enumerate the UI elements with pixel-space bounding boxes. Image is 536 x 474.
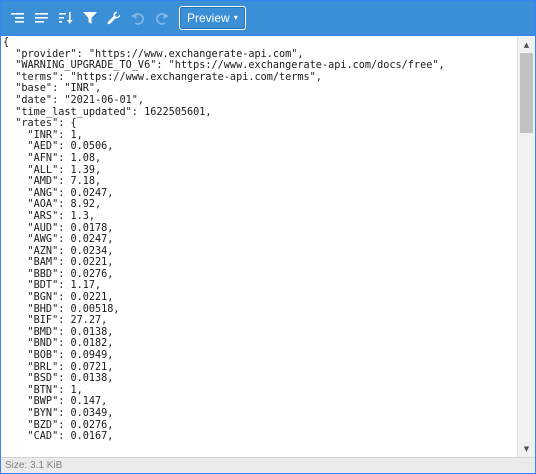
code-line: "BRL": 0.0721,	[3, 361, 114, 373]
json-editor: Preview ▾ { "provider": "https://www.exc…	[0, 0, 536, 474]
repair-icon	[107, 11, 121, 25]
compact-icon	[35, 13, 48, 23]
code-view[interactable]: { "provider": "https://www.exchangerate-…	[1, 37, 517, 457]
format-button[interactable]	[7, 5, 29, 31]
code-line: "WARNING_UPGRADE_TO_V6": "https://www.ex…	[3, 60, 445, 72]
size-label: Size: 3.1 KiB	[5, 460, 63, 471]
code-line: "AOA": 8.92,	[3, 199, 102, 211]
code-line: "BOB": 0.0949,	[3, 350, 114, 362]
scroll-up-arrow-icon[interactable]: ▲	[518, 38, 535, 52]
redo-button[interactable]	[151, 5, 173, 31]
code-line: "AWG": 0.0247,	[3, 234, 114, 246]
code-line: "rates": {	[3, 118, 77, 130]
code-line: "BMD": 0.0138,	[3, 326, 114, 338]
format-icon	[11, 13, 24, 23]
code-line: "BIF": 27.27,	[3, 315, 108, 327]
code-line: "BHD": 0.00518,	[3, 303, 120, 315]
repair-button[interactable]	[103, 5, 125, 31]
code-line: "BTN": 1,	[3, 384, 83, 396]
code-line: "ALL": 1.39,	[3, 164, 102, 176]
code-line: "BZD": 0.0276,	[3, 419, 114, 431]
code-line: "BSD": 0.0138,	[3, 373, 114, 385]
code-line: "BND": 0.0182,	[3, 338, 114, 350]
code-line: "INR": 1,	[3, 129, 83, 141]
mode-dropdown[interactable]: Preview ▾	[179, 6, 246, 30]
code-line: "base": "INR",	[3, 83, 102, 95]
redo-icon	[156, 12, 169, 25]
mode-label: Preview	[187, 11, 230, 25]
filter-button[interactable]	[79, 5, 101, 31]
undo-button[interactable]	[127, 5, 149, 31]
code-line: "time_last_updated": 1622505601,	[3, 106, 212, 118]
code-line: "BYN": 0.0349,	[3, 408, 114, 419]
chevron-down-icon: ▾	[233, 13, 238, 22]
code-line: "ARS": 1.3,	[3, 210, 96, 222]
code-line: "date": "2021-06-01",	[3, 94, 145, 106]
code-line: "BAM": 0.0221,	[3, 257, 114, 269]
scroll-thumb[interactable]	[520, 53, 533, 133]
toolbar: Preview ▾	[1, 1, 535, 36]
json-text: { "provider": "https://www.exchangerate-…	[3, 37, 517, 443]
sort-button[interactable]	[55, 5, 77, 31]
compact-button[interactable]	[31, 5, 53, 31]
code-line: {	[3, 37, 10, 48]
code-line: "BWP": 0.147,	[3, 396, 108, 408]
filter-icon	[83, 11, 97, 24]
code-line: "AFN": 1.08,	[3, 152, 102, 164]
code-line: "BGN": 0.0221,	[3, 292, 114, 304]
undo-icon	[131, 12, 144, 25]
code-line: "AZN": 0.0234,	[3, 245, 114, 257]
status-bar: Size: 3.1 KiB	[1, 457, 535, 473]
code-line: "AMD": 7.18,	[3, 176, 102, 188]
sort-icon	[59, 12, 73, 24]
code-line: "BBD": 0.0276,	[3, 268, 114, 280]
code-line: "provider": "https://www.exchangerate-ap…	[3, 48, 304, 60]
code-line: "ANG": 0.0247,	[3, 187, 114, 199]
code-line: "AUD": 0.0178,	[3, 222, 114, 234]
code-line: "terms": "https://www.exchangerate-api.c…	[3, 71, 322, 83]
code-line: "BDT": 1.17,	[3, 280, 102, 292]
vertical-scrollbar[interactable]: ▲ ▼	[517, 37, 535, 457]
scroll-down-arrow-icon[interactable]: ▼	[518, 442, 535, 456]
code-line: "CAD": 0.0167,	[3, 431, 114, 443]
code-line: "AED": 0.0506,	[3, 141, 114, 153]
